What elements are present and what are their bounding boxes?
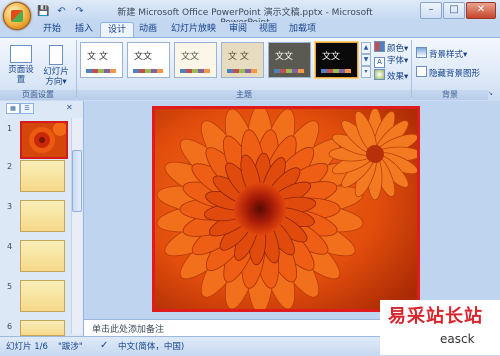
orientation-label-1: 幻灯片 <box>43 67 69 77</box>
slide-thumbnail-5[interactable] <box>20 280 65 312</box>
chrysanthemum-photo <box>155 109 417 309</box>
theme-scroll-up-icon[interactable]: ▲ <box>361 42 371 54</box>
flower-thumbnail-image <box>22 122 67 157</box>
theme-fonts-label: 字体▾ <box>387 56 409 66</box>
background-styles-button[interactable]: 背景样式▾ <box>416 47 468 60</box>
page-setup-label: 页面设置 <box>8 65 34 85</box>
slide-number: 5 <box>7 282 13 291</box>
group-themes-label: 主题 <box>77 90 411 100</box>
theme-color-bar <box>321 69 351 73</box>
tab-animation[interactable]: 动画 <box>132 22 164 37</box>
office-logo-icon <box>11 10 23 22</box>
theme-effects-button[interactable]: 效果▾ <box>374 69 409 82</box>
slide-number: 2 <box>7 162 13 171</box>
colors-icon <box>374 41 385 52</box>
slide-thumbnail-6[interactable] <box>20 320 65 336</box>
slide-number: 3 <box>7 202 13 211</box>
tab-addins[interactable]: 加载项 <box>282 22 323 37</box>
theme-more-icon[interactable]: ▾ <box>361 66 371 78</box>
dialog-launcher-icon[interactable]: ↘ <box>488 90 496 99</box>
orientation-label-2: 方向▾ <box>45 77 67 87</box>
page-setup-button[interactable]: 页面设置 <box>6 45 36 85</box>
slide-number: 1 <box>7 124 13 133</box>
status-slide-count: 幻灯片 1/6 <box>6 342 48 352</box>
status-theme-name: "跋涉" <box>58 342 83 352</box>
theme-colors-label: 颜色▾ <box>387 44 409 54</box>
effects-icon <box>374 69 385 80</box>
undo-icon[interactable]: ↶ <box>54 4 69 19</box>
theme-scroll-down-icon[interactable]: ▼ <box>361 54 371 66</box>
panel-close-icon[interactable]: ✕ <box>66 103 73 112</box>
theme-preview-text: 文文 <box>181 52 200 62</box>
slide-number: 4 <box>7 242 13 251</box>
background-styles-label: 背景样式▾ <box>429 50 468 60</box>
theme-item-5[interactable]: 文文 <box>268 42 311 78</box>
theme-item-2[interactable]: 文文 <box>127 42 170 78</box>
theme-colors-button[interactable]: 颜色▾ <box>374 41 409 54</box>
theme-preview-text: 文文 <box>275 52 294 62</box>
group-page-setup-label: 页面设置 <box>0 90 76 100</box>
slide-thumbnail-4[interactable] <box>20 240 65 272</box>
current-slide[interactable] <box>152 106 420 312</box>
tab-view[interactable]: 视图 <box>252 22 284 37</box>
tab-home[interactable]: 开始 <box>36 22 68 37</box>
theme-color-bar <box>133 69 163 73</box>
theme-color-bar <box>86 69 116 73</box>
group-background-label: 背景 <box>412 90 488 100</box>
theme-color-bar <box>274 69 304 73</box>
hide-background-label: 隐藏背景图形 <box>429 69 481 79</box>
theme-item-1[interactable]: 文 文 <box>80 42 123 78</box>
checkbox-icon <box>416 66 427 77</box>
spellcheck-icon[interactable]: ✓ <box>100 340 108 351</box>
redo-icon[interactable]: ↷ <box>72 4 87 19</box>
theme-preview-text: 文 文 <box>228 52 249 62</box>
orientation-icon <box>49 45 63 65</box>
panel-scrollbar-thumb[interactable] <box>72 150 82 212</box>
theme-color-bar <box>227 69 257 73</box>
theme-item-3[interactable]: 文文 <box>174 42 217 78</box>
status-language[interactable]: 中文(简体，中国) <box>118 340 184 352</box>
outline-tab-icon[interactable]: ☰ <box>20 103 34 114</box>
theme-item-6[interactable]: 文文 <box>315 42 358 78</box>
theme-preview-text: 文文 <box>134 52 153 62</box>
maximize-button[interactable]: □ <box>443 2 465 19</box>
slides-tab-icon[interactable]: ▦ <box>6 103 20 114</box>
theme-preview-text: 文 文 <box>87 52 108 62</box>
tab-insert[interactable]: 插入 <box>68 22 100 37</box>
watermark-text: 易采站长站 <box>388 306 483 327</box>
tab-slideshow[interactable]: 幻灯片放映 <box>164 22 223 37</box>
slide-orientation-button[interactable]: 幻灯片 方向▾ <box>40 45 72 87</box>
background-styles-icon <box>416 47 427 58</box>
fonts-icon: A <box>374 57 385 68</box>
theme-item-4[interactable]: 文 文 <box>221 42 264 78</box>
notes-placeholder: 单击此处添加备注 <box>92 325 165 335</box>
hide-background-checkbox[interactable]: 隐藏背景图形 <box>416 66 481 79</box>
save-icon[interactable]: 💾 <box>36 4 51 19</box>
theme-color-bar <box>180 69 210 73</box>
tab-review[interactable]: 审阅 <box>222 22 254 37</box>
theme-fonts-button[interactable]: A 字体▾ <box>374 55 409 68</box>
slide-thumbnail-2[interactable] <box>20 160 65 192</box>
theme-preview-text: 文文 <box>322 52 341 62</box>
minimize-button[interactable]: – <box>420 2 442 19</box>
office-button[interactable] <box>3 2 31 30</box>
close-button[interactable]: ✕ <box>466 2 496 19</box>
theme-effects-label: 效果▾ <box>387 72 409 82</box>
slide-thumbnail-1[interactable] <box>20 121 68 159</box>
tab-design[interactable]: 设计 <box>100 22 135 38</box>
slide-number: 6 <box>7 322 13 331</box>
watermark-subtext: easck <box>440 332 475 346</box>
page-setup-icon <box>10 45 32 63</box>
slide-thumbnail-3[interactable] <box>20 200 65 232</box>
